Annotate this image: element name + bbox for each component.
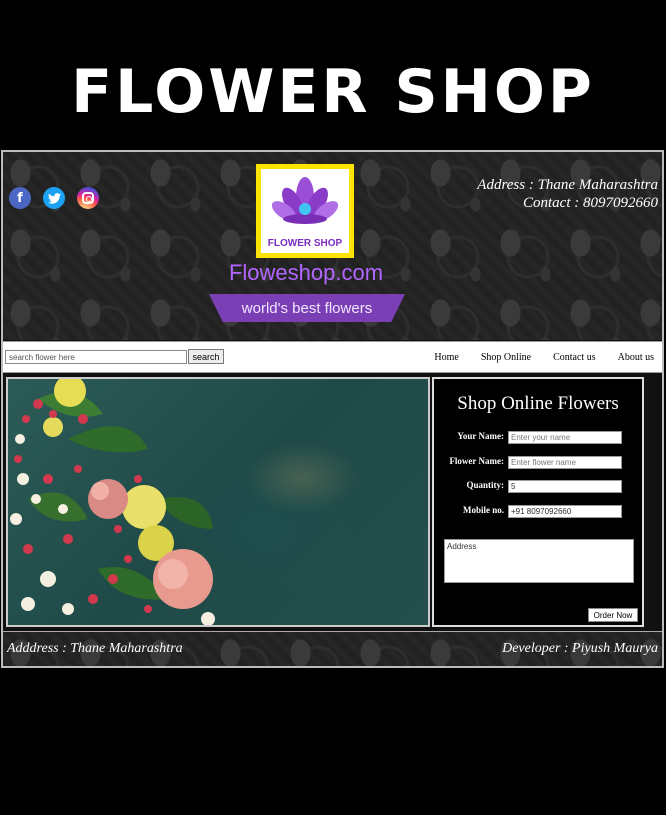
footer-developer: Developer : Piyush Maurya <box>502 641 658 656</box>
quantity-field[interactable] <box>508 480 622 493</box>
order-form: Shop Online Flowers Your Name: Flower Na… <box>432 377 644 627</box>
header-address: Address : Thane Maharashtra <box>477 177 658 193</box>
mobile-row: Mobile no. <box>434 505 642 519</box>
mobile-label: Mobile no. <box>462 505 504 515</box>
lotus-icon <box>271 177 339 224</box>
footer-address: Adddress : Thane Maharashtra <box>7 641 183 656</box>
quantity-label: Quantity: <box>466 480 504 490</box>
address-field[interactable] <box>444 539 634 583</box>
tagline: world's best flowers <box>241 299 373 317</box>
nav-links: Home Shop Online Contact us About us <box>412 342 654 372</box>
facebook-icon[interactable]: f <box>9 187 31 209</box>
name-row: Your Name: <box>434 431 642 445</box>
nav-about-us[interactable]: About us <box>618 352 654 363</box>
nav-shop-online[interactable]: Shop Online <box>481 352 531 363</box>
search-input[interactable] <box>5 350 187 364</box>
name-label: Your Name: <box>457 431 504 441</box>
order-form-title: Shop Online Flowers <box>457 393 619 414</box>
order-now-button[interactable]: Order Now <box>588 608 638 622</box>
header-contact: Address : Thane Maharashtra Contact : 80… <box>477 176 658 212</box>
site-footer: Adddress : Thane Maharashtra Developer :… <box>3 631 662 666</box>
logo: FLOWER SHOP <box>256 164 354 258</box>
mobile-field[interactable] <box>508 505 622 518</box>
logo-text: FLOWER SHOP <box>267 238 343 249</box>
site-screenshot-frame: f FLOWER SHOP Floweshop.com world's best… <box>1 150 664 668</box>
name-field[interactable] <box>508 431 622 444</box>
nav-contact-us[interactable]: Contact us <box>553 352 596 363</box>
navbar: search Home Shop Online Contact us About… <box>3 341 662 373</box>
hero-image <box>6 377 430 627</box>
site-header: f FLOWER SHOP Floweshop.com world's best… <box>3 152 662 340</box>
header-phone: Contact : 8097092660 <box>523 195 658 211</box>
tagline-ribbon: world's best flowers <box>209 294 405 322</box>
instagram-icon[interactable] <box>77 187 99 209</box>
page-banner-title: FLOWER SHOP <box>71 57 595 127</box>
flower-name-row: Flower Name: <box>434 456 642 470</box>
quantity-row: Quantity: <box>434 480 642 494</box>
social-links: f <box>9 187 99 209</box>
twitter-icon[interactable] <box>43 187 65 209</box>
flower-name-label: Flower Name: <box>449 456 504 466</box>
site-name: Floweshop.com <box>228 260 384 285</box>
search-button[interactable]: search <box>188 349 224 364</box>
flower-name-field[interactable] <box>508 456 622 469</box>
nav-home[interactable]: Home <box>434 352 458 363</box>
flower-bouquet-image <box>10 379 215 625</box>
